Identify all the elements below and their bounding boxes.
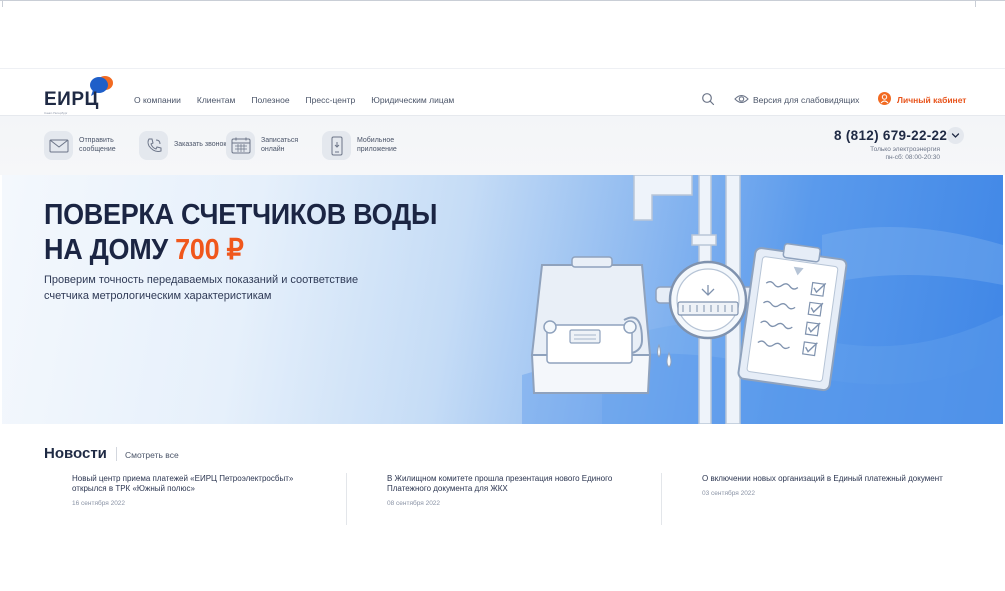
window-top-border	[0, 0, 1005, 7]
main-nav: О компании Клиентам Полезное Пресс-центр…	[134, 95, 470, 105]
news-divider	[661, 473, 662, 525]
news-item-title: О включении новых организаций в Единый п…	[702, 474, 943, 483]
service-mobile-app[interactable]: Мобильное приложение	[322, 131, 417, 160]
service-label: Отправить сообщение	[79, 137, 116, 153]
nav-item-legal[interactable]: Юридическим лицам	[371, 95, 454, 105]
banner-title-line2: НА ДОМУ	[44, 233, 168, 266]
eye-icon[interactable]	[734, 93, 749, 105]
news-section-title: Новости	[44, 445, 107, 462]
service-label: Заказать звонок	[174, 141, 227, 149]
site-header: ЕИРЦ Санкт-Петербург О компании Клиентам…	[0, 68, 1005, 115]
calendar-icon	[231, 137, 250, 154]
news-title-divider	[116, 447, 117, 461]
vision-impaired-link[interactable]: Версия для слабовидящих	[753, 95, 859, 105]
news-divider	[346, 473, 347, 525]
nav-item-useful[interactable]: Полезное	[251, 95, 289, 105]
personal-cabinet-link[interactable]: Личный кабинет	[897, 95, 966, 105]
news-item[interactable]: О включении новых организаций в Единый п…	[702, 474, 972, 526]
service-book-online[interactable]: Записаться онлайн	[226, 131, 321, 160]
toolcase-icon	[530, 256, 652, 394]
hotline-phone[interactable]: 8 (812) 679-22-22	[834, 128, 947, 143]
services-bar: Отправить сообщение Заказать звонок Запи…	[0, 115, 1005, 175]
envelope-icon	[49, 139, 68, 152]
news-item-date: 08 сентября 2022	[387, 500, 441, 507]
search-icon[interactable]	[701, 92, 715, 106]
user-silhouette-icon	[880, 94, 889, 104]
logo-text: ЕИРЦ	[44, 89, 99, 110]
banner-title: ПОВЕРКА СЧЕТЧИКОВ ВОДЫ НА ДОМУ 700 ₽	[44, 199, 438, 266]
news-item-date: 03 сентября 2022	[702, 490, 756, 497]
banner-price: 700 ₽	[175, 233, 244, 266]
nav-item-press[interactable]: Пресс-центр	[306, 95, 356, 105]
service-label: Мобильное приложение	[357, 137, 397, 153]
news-item-date: 16 сентября 2022	[72, 500, 126, 507]
banner-description: Проверим точность передаваемых показаний…	[44, 274, 359, 302]
logo[interactable]: ЕИРЦ Санкт-Петербург	[44, 73, 119, 115]
news-item-title: Новый центр приема платежей «ЕИРЦ Петроэ…	[72, 474, 294, 493]
service-send-message[interactable]: Отправить сообщение	[44, 131, 139, 160]
phone-call-icon	[147, 138, 161, 152]
news-see-all-link[interactable]: Смотреть все	[125, 450, 179, 460]
news-item[interactable]: В Жилищном комитете прошла презентация н…	[387, 474, 657, 526]
news-item-title: В Жилищном комитете прошла презентация н…	[387, 474, 613, 493]
user-icon[interactable]	[878, 92, 891, 105]
phone-dropdown-button[interactable]	[947, 127, 964, 144]
nav-item-company[interactable]: О компании	[134, 95, 181, 105]
service-order-call[interactable]: Заказать звонок	[139, 131, 234, 160]
promo-banner[interactable]: ПОВЕРКА СЧЕТЧИКОВ ВОДЫ НА ДОМУ 700 ₽ Про…	[2, 175, 1003, 424]
nav-item-clients[interactable]: Клиентам	[197, 95, 235, 105]
mobile-app-icon	[331, 136, 342, 155]
phone-note: Только электроэнергия пн-сб: 08:00-20:30	[870, 146, 940, 161]
service-label: Записаться онлайн	[261, 137, 299, 153]
chevron-down-icon	[951, 133, 960, 138]
page: ЕИРЦ Санкт-Петербург О компании Клиентам…	[0, 0, 1005, 591]
news-item[interactable]: Новый центр приема платежей «ЕИРЦ Петроэ…	[72, 474, 342, 526]
clipboard-checklist-icon	[737, 242, 848, 392]
